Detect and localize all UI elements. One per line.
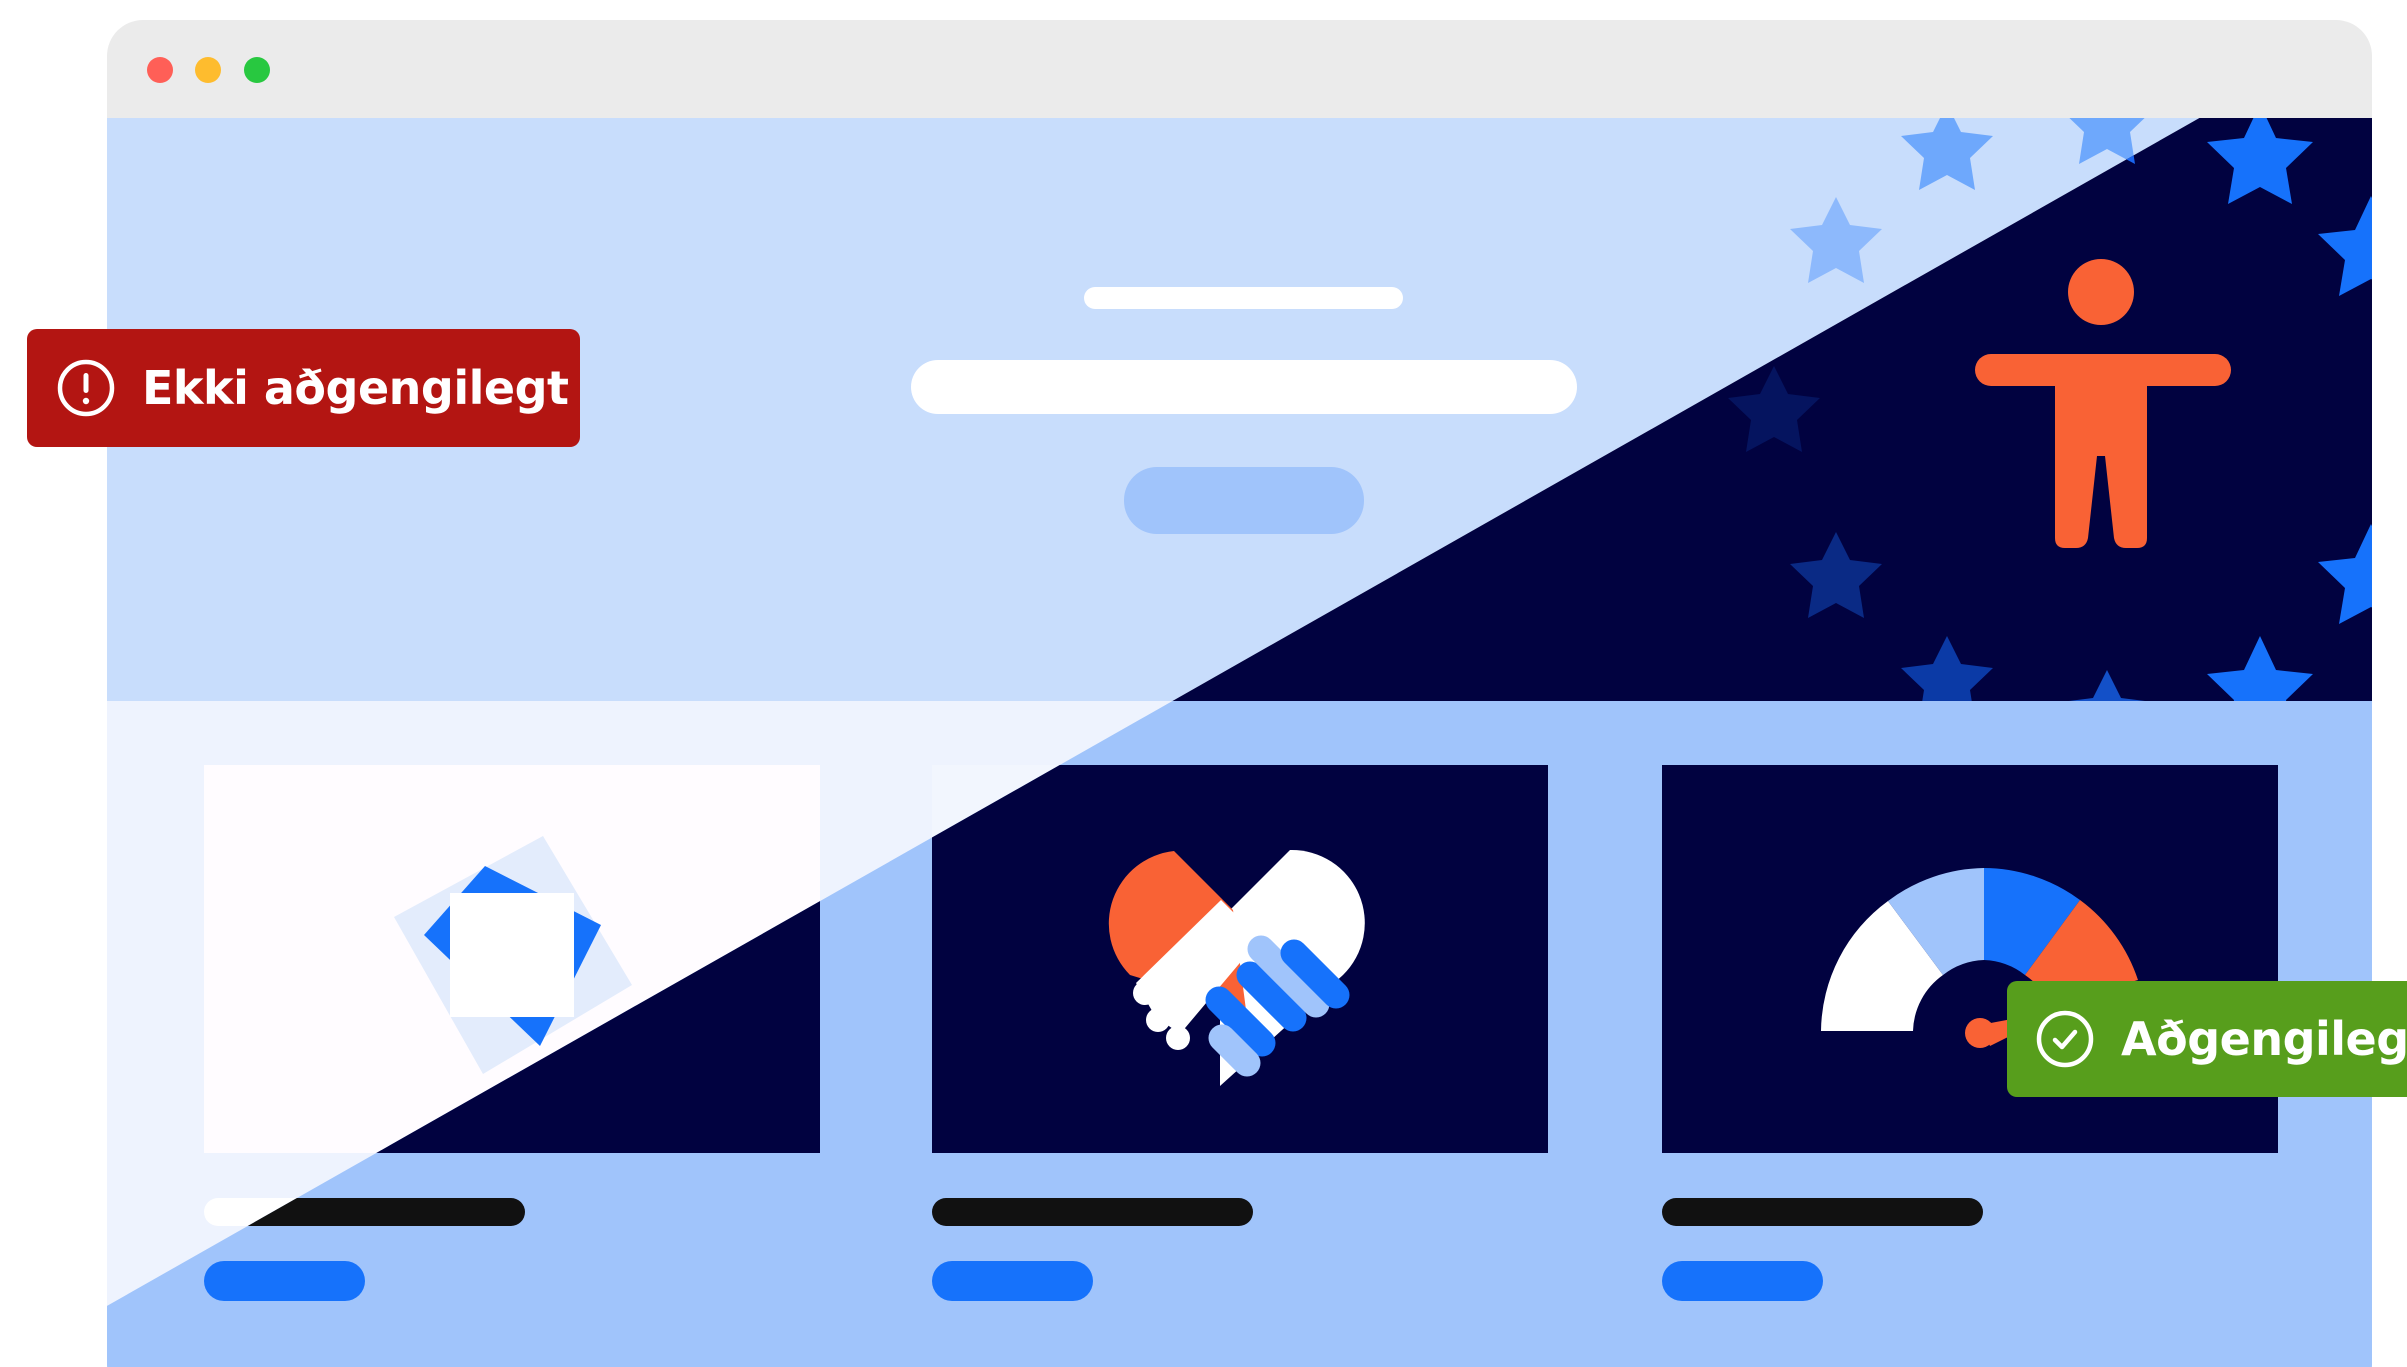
window-title-bar: [107, 20, 2372, 118]
card-link-button[interactable]: [204, 1261, 365, 1301]
minimize-button[interactable]: [195, 57, 221, 83]
browser-illustration: [107, 20, 2372, 1367]
gauge-needle-pivot: [1965, 1018, 1995, 1048]
card-2[interactable]: [932, 765, 1548, 1153]
card-title: [1662, 1198, 1983, 1226]
inaccessible-badge: Ekki aðgengilegt: [27, 329, 580, 447]
close-button[interactable]: [147, 57, 173, 83]
hero-cta-button[interactable]: [1124, 467, 1364, 534]
window-controls: [147, 57, 270, 83]
card-link-button[interactable]: [1662, 1261, 1823, 1301]
hero-eyebrow: [1084, 287, 1403, 309]
overlapping-squares-icon-front: [450, 893, 574, 1017]
hero-heading: [911, 360, 1577, 414]
check-circle-icon: [2036, 1010, 2094, 1068]
exclamation-circle-icon: [57, 359, 115, 417]
zoom-button[interactable]: [244, 57, 270, 83]
card-title: [932, 1198, 1253, 1226]
browser-window: [107, 20, 2372, 1367]
accessible-badge: Aðgengilegt: [2007, 981, 2407, 1097]
inaccessible-badge-label: Ekki aðgengilegt: [142, 361, 569, 415]
card-link-button[interactable]: [932, 1261, 1093, 1301]
accessible-badge-label: Aðgengilegt: [2121, 1012, 2407, 1066]
